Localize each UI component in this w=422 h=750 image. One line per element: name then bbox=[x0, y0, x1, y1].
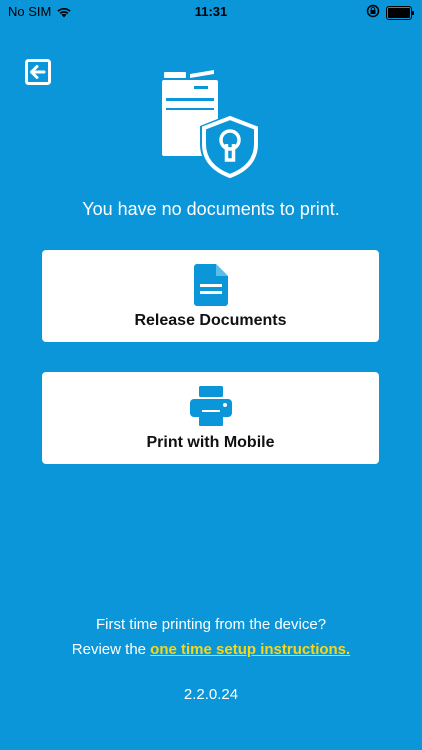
release-documents-label: Release Documents bbox=[134, 312, 287, 329]
app-version: 2.2.0.24 bbox=[183, 686, 239, 703]
lock-rotation-icon bbox=[366, 4, 380, 21]
setup-instructions-link[interactable]: one time setup instructions. bbox=[150, 641, 350, 658]
print-with-mobile-button[interactable]: Print with Mobile bbox=[42, 372, 379, 464]
logout-icon bbox=[25, 59, 51, 85]
first-time-question: First time printing from the device? bbox=[95, 616, 327, 633]
status-right bbox=[366, 4, 414, 21]
empty-state-message: You have no documents to print. bbox=[82, 199, 340, 219]
secure-printer-icon bbox=[160, 66, 264, 182]
battery-icon bbox=[386, 5, 414, 20]
print-with-mobile-label: Print with Mobile bbox=[146, 434, 275, 451]
status-time: 11:31 bbox=[194, 4, 228, 19]
document-icon bbox=[42, 264, 379, 306]
release-documents-button[interactable]: Release Documents bbox=[42, 250, 379, 342]
setup-review-prefix: Review the bbox=[71, 641, 151, 658]
status-bar: No SIM 11:31 bbox=[0, 0, 422, 22]
printer-icon bbox=[42, 386, 379, 426]
logout-button[interactable] bbox=[24, 58, 54, 88]
setup-review-line: Review the one time setup instructions. bbox=[0, 641, 422, 658]
